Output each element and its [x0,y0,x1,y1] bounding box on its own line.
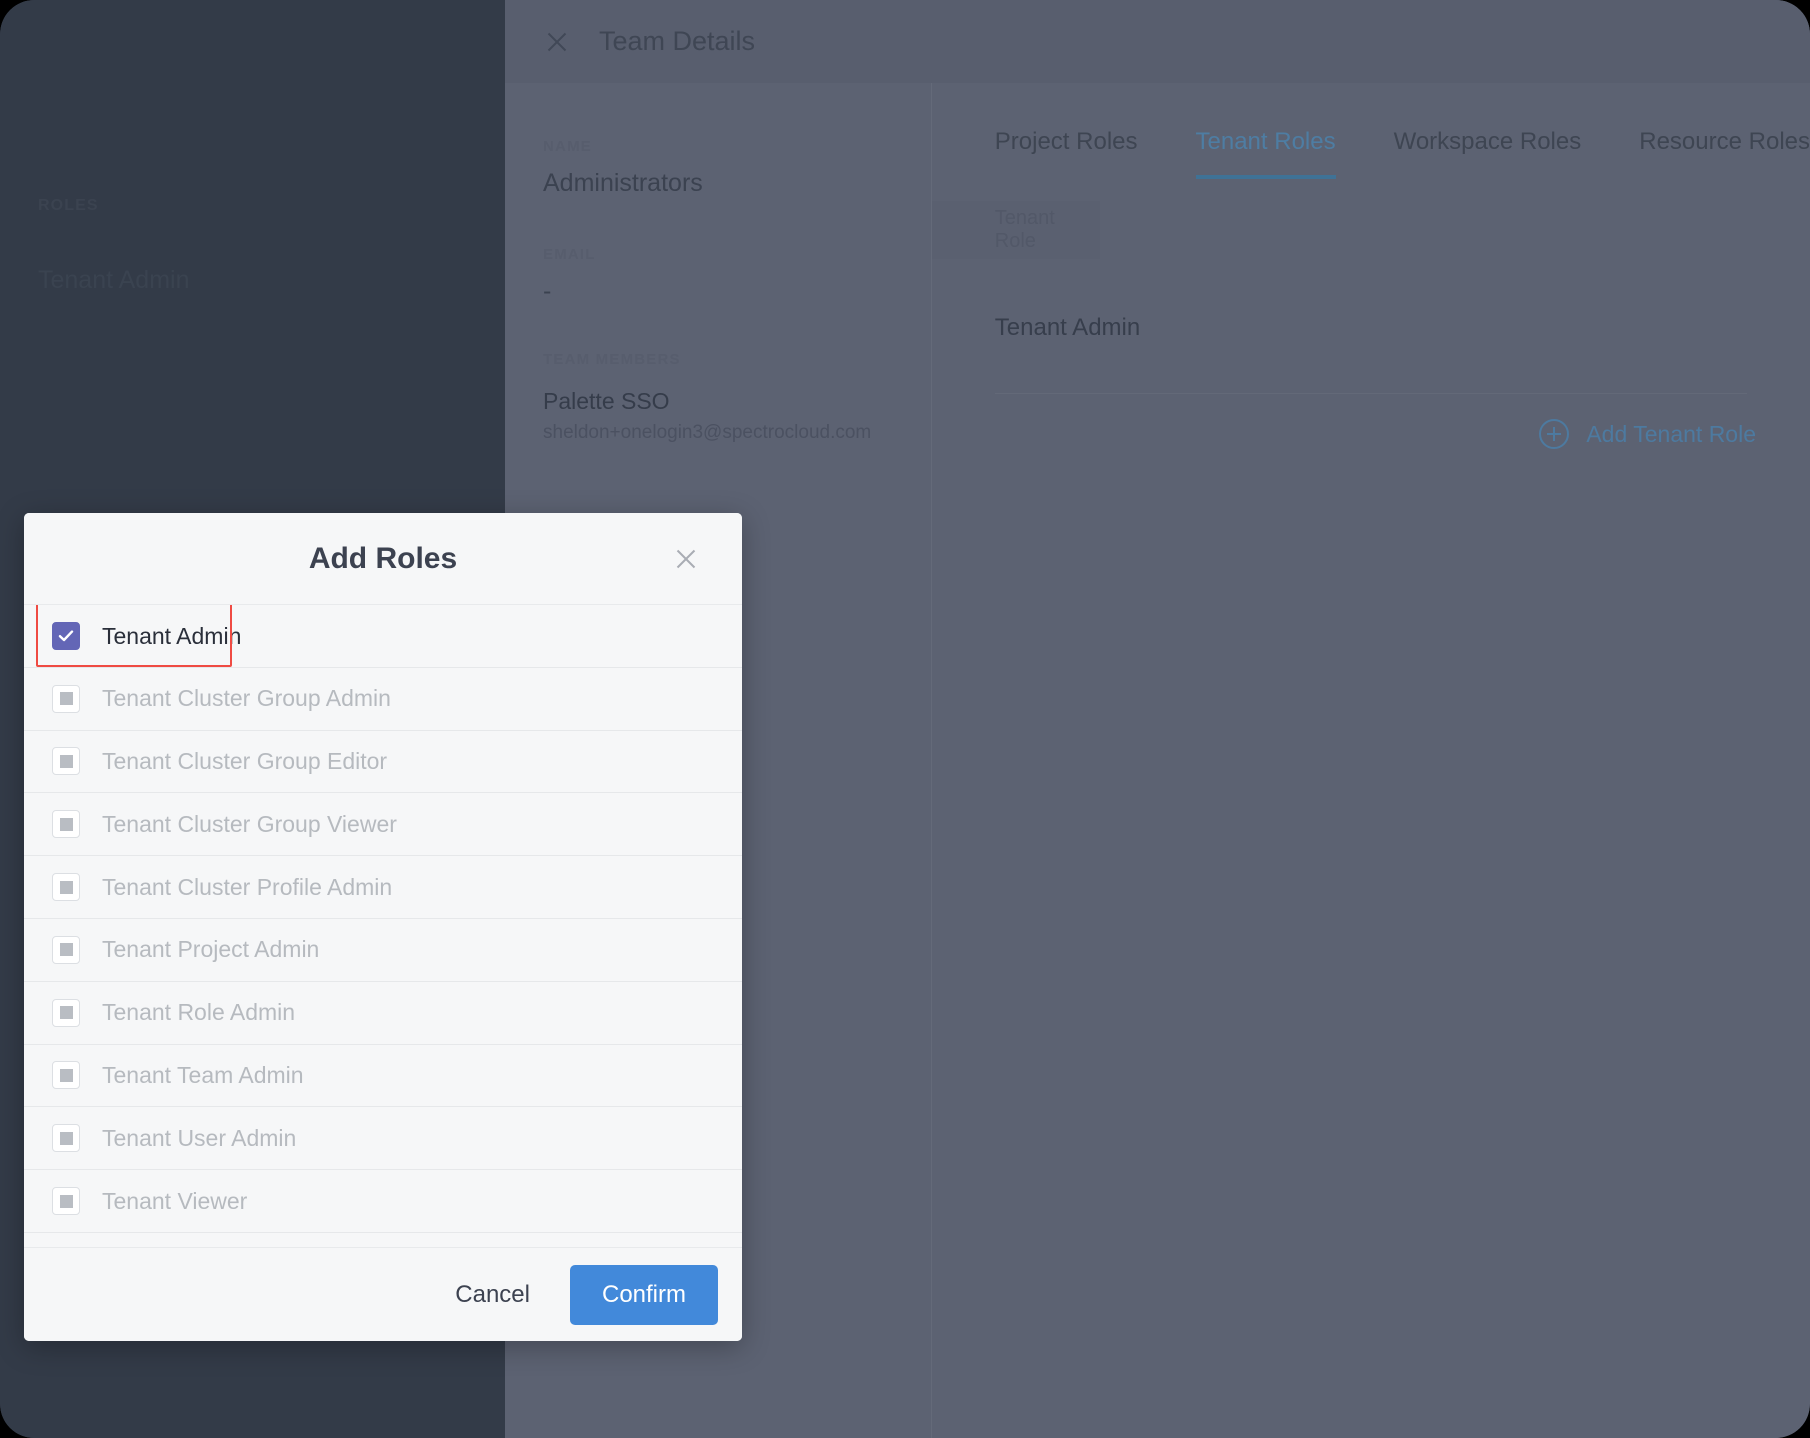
add-roles-dialog: Add Roles Tenant Admin Tenant Cluster Gro… [24,513,742,1341]
roles-column: Project Roles Tenant Roles Workspace Rol… [932,83,1810,1438]
role-label: Tenant Admin [102,623,241,650]
table-header-tenant-role: Tenant Role [932,201,1100,259]
checkbox-disabled-icon [52,1061,80,1089]
role-list-item: Tenant Cluster Group Editor [24,731,742,794]
checkbox-checked-icon[interactable] [52,622,80,650]
checkbox-disabled-icon [52,810,80,838]
roles-column-value: Tenant Admin [38,266,190,295]
checkbox-disabled-icon [52,747,80,775]
role-label: Tenant Cluster Profile Admin [102,874,392,901]
roles-column-label: ROLES [38,197,99,215]
plus-circle-icon [1539,419,1569,449]
roles-list: Tenant Admin Tenant Cluster Group Admin Te… [24,605,742,1247]
tab-workspace-roles[interactable]: Workspace Roles [1394,128,1582,179]
member-name: Palette SSO [543,388,931,415]
checkbox-disabled-icon [52,685,80,713]
team-members-label: TEAM MEMBERS [543,351,931,368]
field-email: EMAIL - [543,246,931,306]
role-list-item: Tenant Cluster Group Viewer [24,793,742,856]
screenshot-root: ROLES Tenant Admin Team Details NAME Adm… [0,0,1810,1438]
checkbox-disabled-icon [52,936,80,964]
role-label: Tenant Role Admin [102,999,295,1026]
dialog-header: Add Roles [24,513,742,605]
role-label: Tenant Cluster Group Admin [102,685,391,712]
table-divider [995,393,1747,394]
dialog-title: Add Roles [309,542,457,576]
name-value: Administrators [543,169,931,198]
role-label: Tenant User Admin [102,1125,296,1152]
tab-tenant-roles[interactable]: Tenant Roles [1196,128,1336,179]
drawer-title: Team Details [599,26,755,57]
tab-project-roles[interactable]: Project Roles [995,128,1138,179]
table-row: Tenant Admin [932,297,1810,359]
role-list-item: Tenant Role Admin [24,982,742,1045]
role-list-item[interactable]: Tenant Admin [24,605,742,668]
name-label: NAME [543,138,931,155]
role-list-item: Tenant Viewer [24,1170,742,1233]
checkbox-disabled-icon [52,1124,80,1152]
checkbox-disabled-icon [52,873,80,901]
close-icon[interactable] [672,545,700,573]
confirm-button[interactable]: Confirm [570,1265,718,1325]
add-tenant-role-button[interactable]: Add Tenant Role [1539,419,1756,449]
member-email: sheldon+onelogin3@spectrocloud.com [543,422,931,444]
role-label: Tenant Project Admin [102,936,319,963]
dialog-footer: Cancel Confirm [24,1247,742,1341]
roles-tabs: Project Roles Tenant Roles Workspace Rol… [932,83,1810,179]
cancel-button[interactable]: Cancel [433,1269,552,1321]
add-tenant-role-label: Add Tenant Role [1586,421,1756,448]
role-label: Tenant Cluster Group Editor [102,748,387,775]
role-list-item: Tenant Cluster Profile Admin [24,856,742,919]
role-label: Tenant Cluster Group Viewer [102,811,397,838]
role-list-item: Tenant Cluster Group Admin [24,668,742,731]
tab-resource-roles[interactable]: Resource Roles [1639,128,1810,179]
tenant-role-table: Tenant Role Tenant Admin [932,201,1810,394]
role-list-item: Tenant User Admin [24,1107,742,1170]
drawer-header: Team Details [505,0,1810,83]
role-label: Tenant Viewer [102,1188,247,1215]
close-icon[interactable] [543,28,571,56]
role-list-item: Tenant Project Admin [24,919,742,982]
role-label: Tenant Team Admin [102,1062,304,1089]
checkbox-disabled-icon [52,999,80,1027]
role-list-item: Tenant Team Admin [24,1045,742,1108]
email-label: EMAIL [543,246,931,263]
field-team-members: TEAM MEMBERS Palette SSO sheldon+onelogi… [543,351,931,444]
field-name: NAME Administrators [543,138,931,198]
checkbox-disabled-icon [52,1187,80,1215]
email-value: - [543,277,931,306]
